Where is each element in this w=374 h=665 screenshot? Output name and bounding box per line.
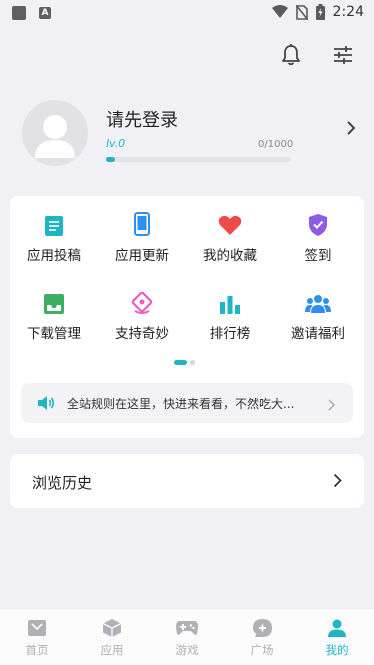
exp-progress-bar: [106, 157, 291, 162]
bell-icon: [282, 44, 300, 66]
nav-square[interactable]: 广场: [232, 617, 292, 658]
default-avatar-icon: [35, 115, 75, 158]
level-label: lv.0: [106, 137, 126, 150]
history-chevron-icon: [333, 473, 342, 492]
gift-icon: [131, 292, 153, 314]
status-bar: A 2:24: [0, 0, 374, 26]
bottom-nav: 首页 应用 游戏 广场 我的: [0, 608, 374, 665]
user-icon: [328, 619, 346, 637]
grid-item-download-manager[interactable]: 下载管理: [10, 286, 98, 346]
rules-notice[interactable]: 全站规则在这里，快进来看看，不然吃大...: [21, 383, 353, 423]
notification-square-icon: [12, 6, 26, 20]
gamepad-icon: [176, 621, 198, 635]
document-icon: [45, 216, 63, 236]
nav-games[interactable]: 游戏: [157, 617, 217, 658]
profile-chevron-icon[interactable]: [346, 120, 356, 140]
notification-bell-button[interactable]: [278, 42, 304, 68]
nav-mine[interactable]: 我的: [307, 617, 367, 658]
grid-label: 下载管理: [27, 326, 81, 342]
page-dot-active: [174, 360, 187, 365]
notice-text: 全站规则在这里，快进来看看，不然吃大...: [67, 397, 295, 411]
battery-icon: [315, 4, 325, 20]
group-icon: [305, 295, 331, 313]
nav-label: 应用: [100, 643, 124, 657]
nav-home[interactable]: 首页: [7, 617, 67, 658]
grid-item-check-in[interactable]: 签到: [274, 208, 362, 268]
nav-label: 首页: [25, 643, 49, 657]
grid-label: 邀请福利: [291, 326, 345, 342]
chat-plus-icon: [252, 618, 272, 637]
login-prompt[interactable]: 请先登录: [106, 106, 178, 132]
exp-counter: 0/1000: [258, 139, 294, 150]
grid-label: 应用投稿: [27, 248, 81, 264]
grid-label: 应用更新: [115, 248, 169, 264]
page-indicator: [174, 360, 195, 365]
no-sim-icon: [295, 4, 308, 20]
grid-item-ranking[interactable]: 排行榜: [186, 286, 274, 346]
font-app-icon: A: [39, 7, 51, 19]
features-card: 应用投稿 应用更新 我的收藏 签到 下载管理 支持奇妙 排行榜 邀请福利 全站规…: [10, 196, 364, 438]
shield-check-icon: [309, 214, 327, 236]
sliders-icon: [334, 46, 352, 64]
nav-apps[interactable]: 应用: [82, 617, 142, 658]
settings-filter-button[interactable]: [330, 42, 356, 68]
speaker-icon: [37, 395, 55, 415]
download-tray-icon: [44, 294, 64, 314]
top-actions: [278, 42, 356, 68]
browse-history-row[interactable]: 浏览历史: [10, 454, 364, 508]
avatar[interactable]: [22, 100, 88, 166]
status-time: 2:24: [332, 4, 364, 20]
grid-item-favorites[interactable]: 我的收藏: [186, 208, 274, 268]
grid-item-app-update[interactable]: 应用更新: [98, 208, 186, 268]
grid-item-app-submit[interactable]: 应用投稿: [10, 208, 98, 268]
wifi-icon: [271, 5, 288, 18]
nav-label: 我的: [325, 643, 349, 657]
phone-icon: [134, 212, 150, 236]
notice-chevron-icon: [328, 396, 336, 415]
page-dot: [190, 360, 195, 365]
box-icon: [103, 619, 121, 637]
grid-item-support[interactable]: 支持奇妙: [98, 286, 186, 346]
heart-icon: [218, 215, 242, 235]
bar-chart-icon: [220, 296, 240, 314]
grid-item-invite[interactable]: 邀请福利: [274, 286, 362, 346]
nav-label: 游戏: [175, 643, 199, 657]
history-label: 浏览历史: [32, 474, 93, 492]
home-icon: [28, 620, 46, 636]
grid-label: 我的收藏: [203, 248, 257, 264]
grid-label: 签到: [304, 248, 332, 264]
grid-label: 支持奇妙: [115, 326, 169, 342]
profile-login-row[interactable]: 请先登录 lv.0 0/1000: [22, 100, 358, 168]
grid-label: 排行榜: [209, 326, 251, 342]
nav-label: 广场: [250, 643, 274, 657]
exp-progress-fill: [106, 157, 116, 162]
